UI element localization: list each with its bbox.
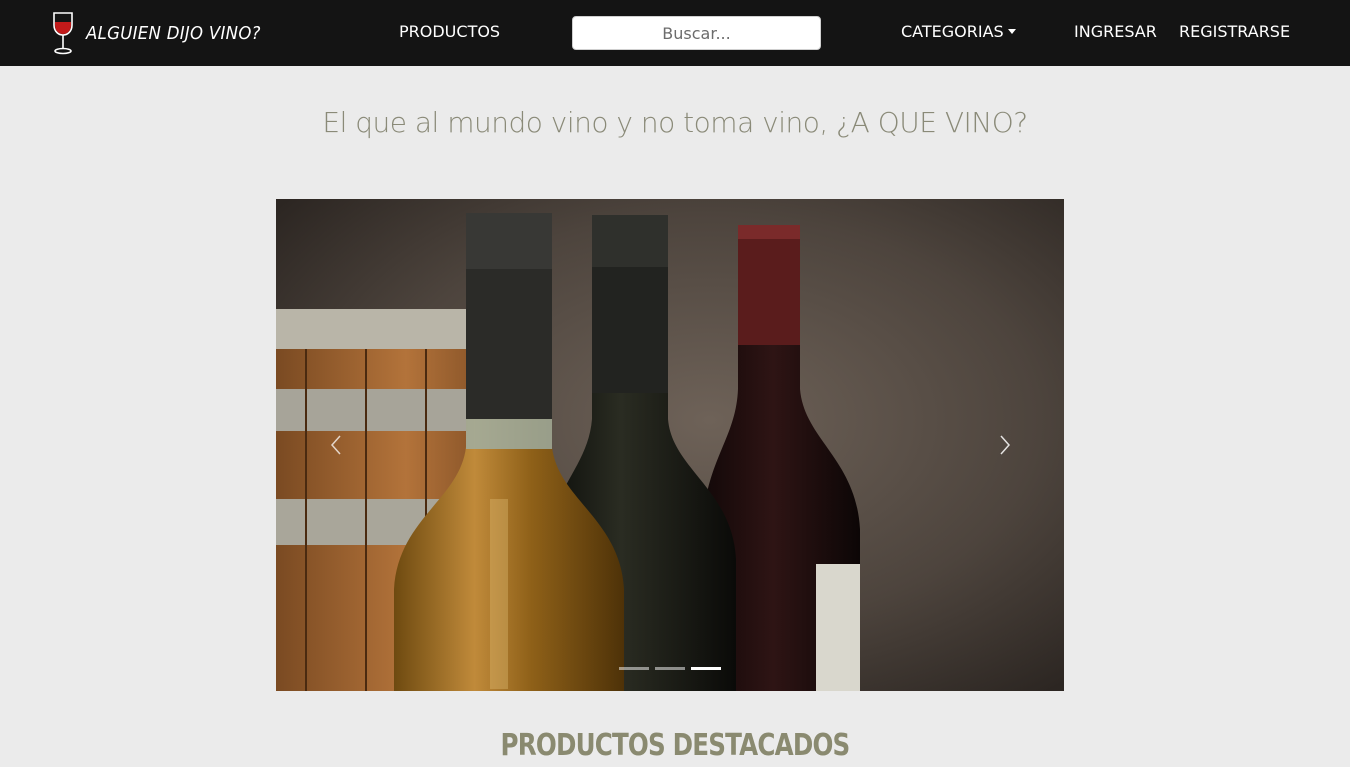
nav-ingresar[interactable]: INGRESAR — [1074, 22, 1157, 41]
chevron-right-icon — [1000, 435, 1011, 455]
chevron-left-icon — [330, 435, 341, 455]
caret-down-icon — [1007, 29, 1016, 34]
brand-name: ALGUIEN DIJO VINO? — [86, 22, 261, 44]
top-navbar: ALGUIEN DIJO VINO? PRODUCTOS CATEGORIAS … — [0, 0, 1350, 66]
carousel-indicator-2[interactable] — [655, 667, 685, 670]
featured-products-title: PRODUCTOS DESTACADOS — [500, 728, 851, 763]
brand-link[interactable]: ALGUIEN DIJO VINO? — [50, 10, 276, 56]
wine-bottles-photo — [276, 199, 1064, 691]
nav-categorias-dropdown[interactable]: CATEGORIAS — [901, 22, 1016, 41]
carousel-indicators — [619, 667, 721, 670]
nav-registrarse[interactable]: REGISTRARSE — [1179, 22, 1290, 41]
wine-glass-icon — [53, 12, 73, 55]
search-input[interactable] — [572, 16, 821, 50]
nav-productos[interactable]: PRODUCTOS — [399, 22, 500, 41]
nav-categorias-label: CATEGORIAS — [901, 22, 1004, 41]
carousel-indicator-1[interactable] — [619, 667, 649, 670]
carousel-prev-button[interactable] — [316, 421, 356, 469]
carousel-indicator-3[interactable] — [691, 667, 721, 670]
hero-tagline: El que al mundo vino y no toma vino, ¿A … — [322, 106, 1028, 139]
hero-carousel — [276, 199, 1064, 691]
carousel-next-button[interactable] — [985, 421, 1025, 469]
